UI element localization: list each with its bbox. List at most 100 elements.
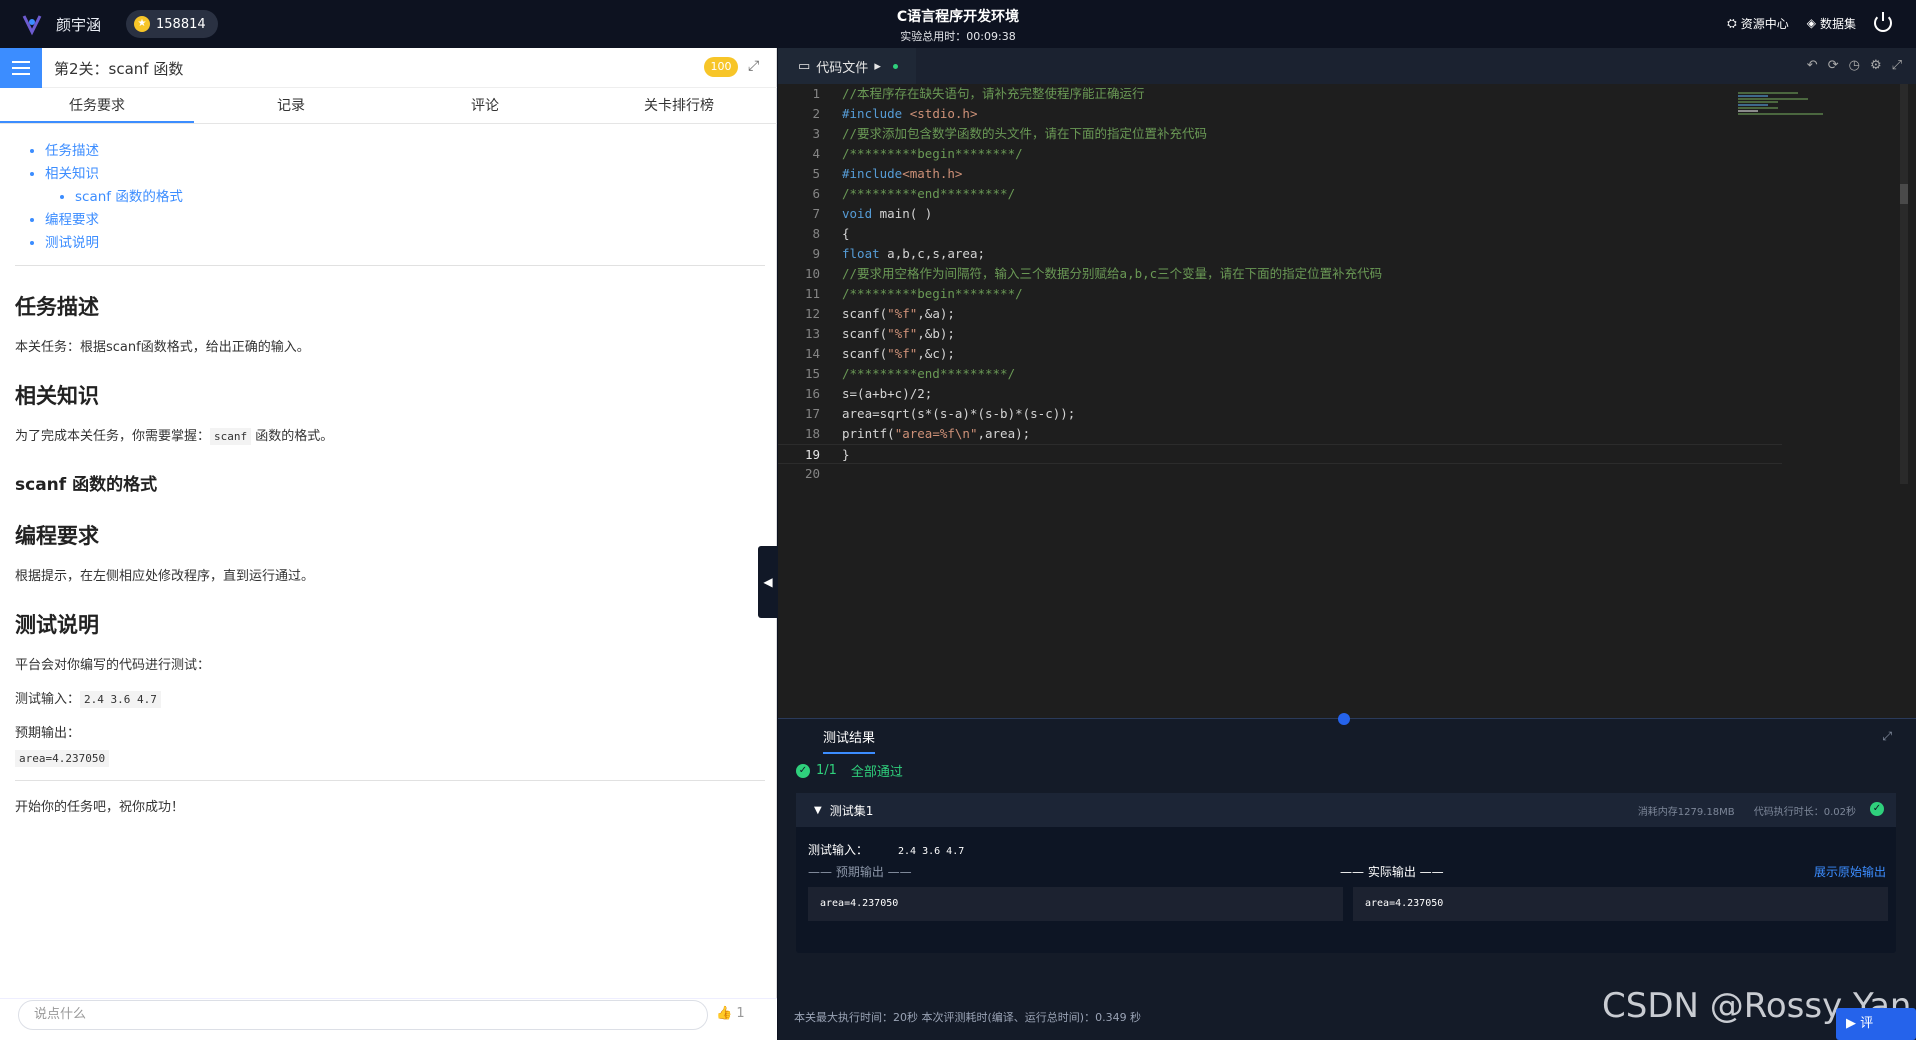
code-line: 16 s=(a+b+c)/2; (804, 386, 933, 401)
comment-input[interactable]: 说点什么 (18, 1000, 708, 1030)
thumbs-up-icon: 👍 (716, 1006, 733, 1021)
section-text: 本关任务：根据scanf函数格式，给出正确的输入。 (15, 340, 310, 355)
top-right-nav: ⛭ 资源中心 ◈ 数据集 (1727, 12, 1892, 32)
results-tab[interactable]: 测试结果 (823, 727, 876, 754)
expected-line: area=4.237050 (15, 747, 762, 767)
code-line: 13 scanf("%f",&b); (804, 326, 955, 341)
env-title-block: C语言程序开发环境 实验总用时：00:09:38 (0, 6, 1916, 44)
test-set-meta: 消耗内存1279.18MB 代码执行时长：0.02秒 (1638, 803, 1856, 818)
pass-count: 1/1 (816, 763, 837, 778)
elapsed-time: 实验总用时：00:09:38 (900, 30, 1016, 43)
expected-code: area=4.237050 (15, 750, 110, 767)
evaluate-button[interactable]: ▶ 评 (1836, 1008, 1916, 1040)
code-line: 7 void main( ) (812, 206, 933, 221)
section-title: 编程要求 (15, 524, 99, 548)
code-line: 14 scanf("%f",&c); (804, 346, 955, 361)
toc-item[interactable]: 相关知识 scanf 函数的格式 (45, 163, 762, 209)
check-circle-icon: ✓ (1870, 802, 1884, 816)
dataset-link[interactable]: ◈ 数据集 (1807, 15, 1856, 32)
test-input-label: 测试输入： (808, 843, 869, 857)
toc-item[interactable]: 任务描述 (45, 140, 762, 163)
refresh-icon[interactable]: ⟳ (1828, 58, 1839, 73)
menu-button[interactable] (0, 48, 42, 88)
test-set-name: 测试集1 (829, 803, 874, 818)
history-icon[interactable]: ◷ (1849, 58, 1860, 73)
section-title: 测试说明 (15, 613, 99, 637)
code-line: 10//要求用空格作为间隔符，输入三个数据分别赋给a,b,c三个变量，请在下面的… (804, 266, 1383, 281)
toc-item[interactable]: 编程要求 (45, 209, 762, 232)
toc-subitem[interactable]: scanf 函数的格式 (75, 186, 762, 209)
settings-icon[interactable]: ⚙ (1870, 58, 1882, 73)
task-panel: 第2关：scanf 函数 100 ⤢ 任务要求 记录 评论 关卡排行榜 任务描述… (0, 48, 778, 1040)
code-line: 18 printf("area=%f\n",area); (804, 426, 1031, 441)
section-text: 平台会对你编写的代码进行测试： (15, 658, 211, 673)
evaluate-label: 评 (1860, 1016, 1874, 1031)
editor-scrollbar[interactable] (1900, 84, 1908, 484)
memory-usage: 消耗内存1279.18MB (1637, 807, 1735, 818)
code-editor: ▭ 代码文件 ▸ ↶ ⟳ ◷ ⚙ ⤢ 1//本程序存在缺失语句，请补充完整使程序… (778, 48, 1916, 718)
editor-tabs: ▭ 代码文件 ▸ ↶ ⟳ ◷ ⚙ ⤢ (778, 48, 1916, 84)
file-icon: ▭ (798, 58, 811, 74)
code-line: 9 float a,b,c,s,area; (812, 246, 986, 261)
code-minimap[interactable] (1738, 92, 1826, 128)
code-line: 3//要求添加包含数学函数的头文件，请在下面的指定位置补充代码 (812, 126, 1208, 141)
like-count: 1 (736, 1006, 745, 1021)
section-title: 相关知识 (15, 384, 99, 408)
text-fragment: 为了完成本关任务，你需要掌握： (15, 429, 211, 444)
caret-down-icon: ▼ (814, 804, 822, 816)
power-icon[interactable] (1874, 12, 1892, 32)
tab-leaderboard[interactable]: 关卡排行榜 (582, 90, 776, 123)
task-header: 第2关：scanf 函数 100 ⤢ (0, 48, 777, 88)
code-line: 6/*********end*********/ (812, 186, 1016, 201)
dataset-label: 数据集 (1819, 16, 1856, 31)
editor-toolbar: ↶ ⟳ ◷ ⚙ ⤢ (1807, 58, 1902, 73)
code-file-tab-label: 代码文件 (816, 60, 869, 76)
pass-summary: ✓ 1/1 全部通过 (796, 761, 903, 780)
text-fragment: 函数的格式。 (251, 429, 334, 444)
play-circle-icon: ▶ (1846, 1016, 1856, 1031)
test-input-label: 测试输入： (15, 692, 81, 707)
expand-icon[interactable]: ⤢ (1882, 729, 1892, 744)
expected-output-label: —— 预期输出 —— (808, 865, 912, 879)
score-badge: 100 (704, 57, 738, 77)
tab-requirements[interactable]: 任务要求 (0, 90, 194, 123)
table-of-contents: 任务描述 相关知识 scanf 函数的格式 编程要求 测试说明 (15, 140, 762, 255)
code-line: 12 scanf("%f",&a); (804, 306, 955, 321)
play-icon: ▸ (874, 58, 881, 74)
code-line: 11/*********begin********/ (804, 286, 1023, 301)
tab-comments[interactable]: 评论 (388, 90, 582, 123)
fullscreen-icon[interactable]: ⤢ (1892, 58, 1902, 73)
section-text: 根据提示，在左侧相应处修改程序，直到运行通过。 (15, 569, 315, 584)
start-text: 开始你的任务吧，祝你成功！ (15, 800, 185, 815)
tab-records[interactable]: 记录 (194, 90, 388, 123)
pass-text: 全部通过 (850, 765, 903, 780)
resource-center-link[interactable]: ⛭ 资源中心 (1727, 15, 1789, 32)
task-tabs: 任务要求 记录 评论 关卡排行榜 (0, 90, 777, 124)
resource-center-label: 资源中心 (1740, 16, 1789, 31)
task-content: 任务描述 相关知识 scanf 函数的格式 编程要求 测试说明 任务描述 本关任… (0, 126, 777, 986)
toc-item-label[interactable]: 相关知识 (45, 166, 99, 182)
top-bar: 颜宇涵 ★ 158814 C语言程序开发环境 实验总用时：00:09:38 ⛭ … (0, 0, 1916, 48)
level-title: 第2关：scanf 函数 (54, 60, 184, 78)
show-raw-output-link[interactable]: 展示原始输出 (1814, 863, 1886, 880)
undo-icon[interactable]: ↶ (1807, 58, 1818, 73)
code-line: 2 #include <stdio.h> (812, 106, 978, 121)
code-file-tab[interactable]: ▭ 代码文件 ▸ (778, 48, 916, 84)
actual-output-label: —— 实际输出 —— (1340, 865, 1444, 879)
code-line: 8{ (812, 226, 850, 241)
divider (15, 265, 765, 266)
resize-handle[interactable] (1338, 713, 1350, 725)
toc-item[interactable]: 测试说明 (45, 232, 762, 255)
test-input: 测试输入： 2.4 3.6 4.7 (808, 841, 964, 858)
exec-time: 代码执行时长：0.02秒 (1753, 807, 1856, 818)
code-line: 17 area=sqrt(s*(s-a)*(s-b)*(s-c)); (804, 406, 1076, 421)
code-area[interactable]: 1//本程序存在缺失语句，请补充完整使程序能正确运行 2 #include <st… (778, 84, 1916, 714)
collapse-panel-handle[interactable]: ◀ (758, 546, 778, 618)
test-input-line: 测试输入： 2.4 3.6 4.7 (15, 688, 762, 708)
like-button[interactable]: 👍 1 (716, 1006, 745, 1021)
fullscreen-icon[interactable]: ⤢ (748, 58, 759, 74)
saved-dot (892, 63, 898, 69)
app-root: 颜宇涵 ★ 158814 C语言程序开发环境 实验总用时：00:09:38 ⛭ … (0, 0, 1916, 1040)
test-input-value: 2.4 3.6 4.7 (898, 846, 965, 857)
subsection-title: scanf 函数的格式 (15, 475, 158, 495)
